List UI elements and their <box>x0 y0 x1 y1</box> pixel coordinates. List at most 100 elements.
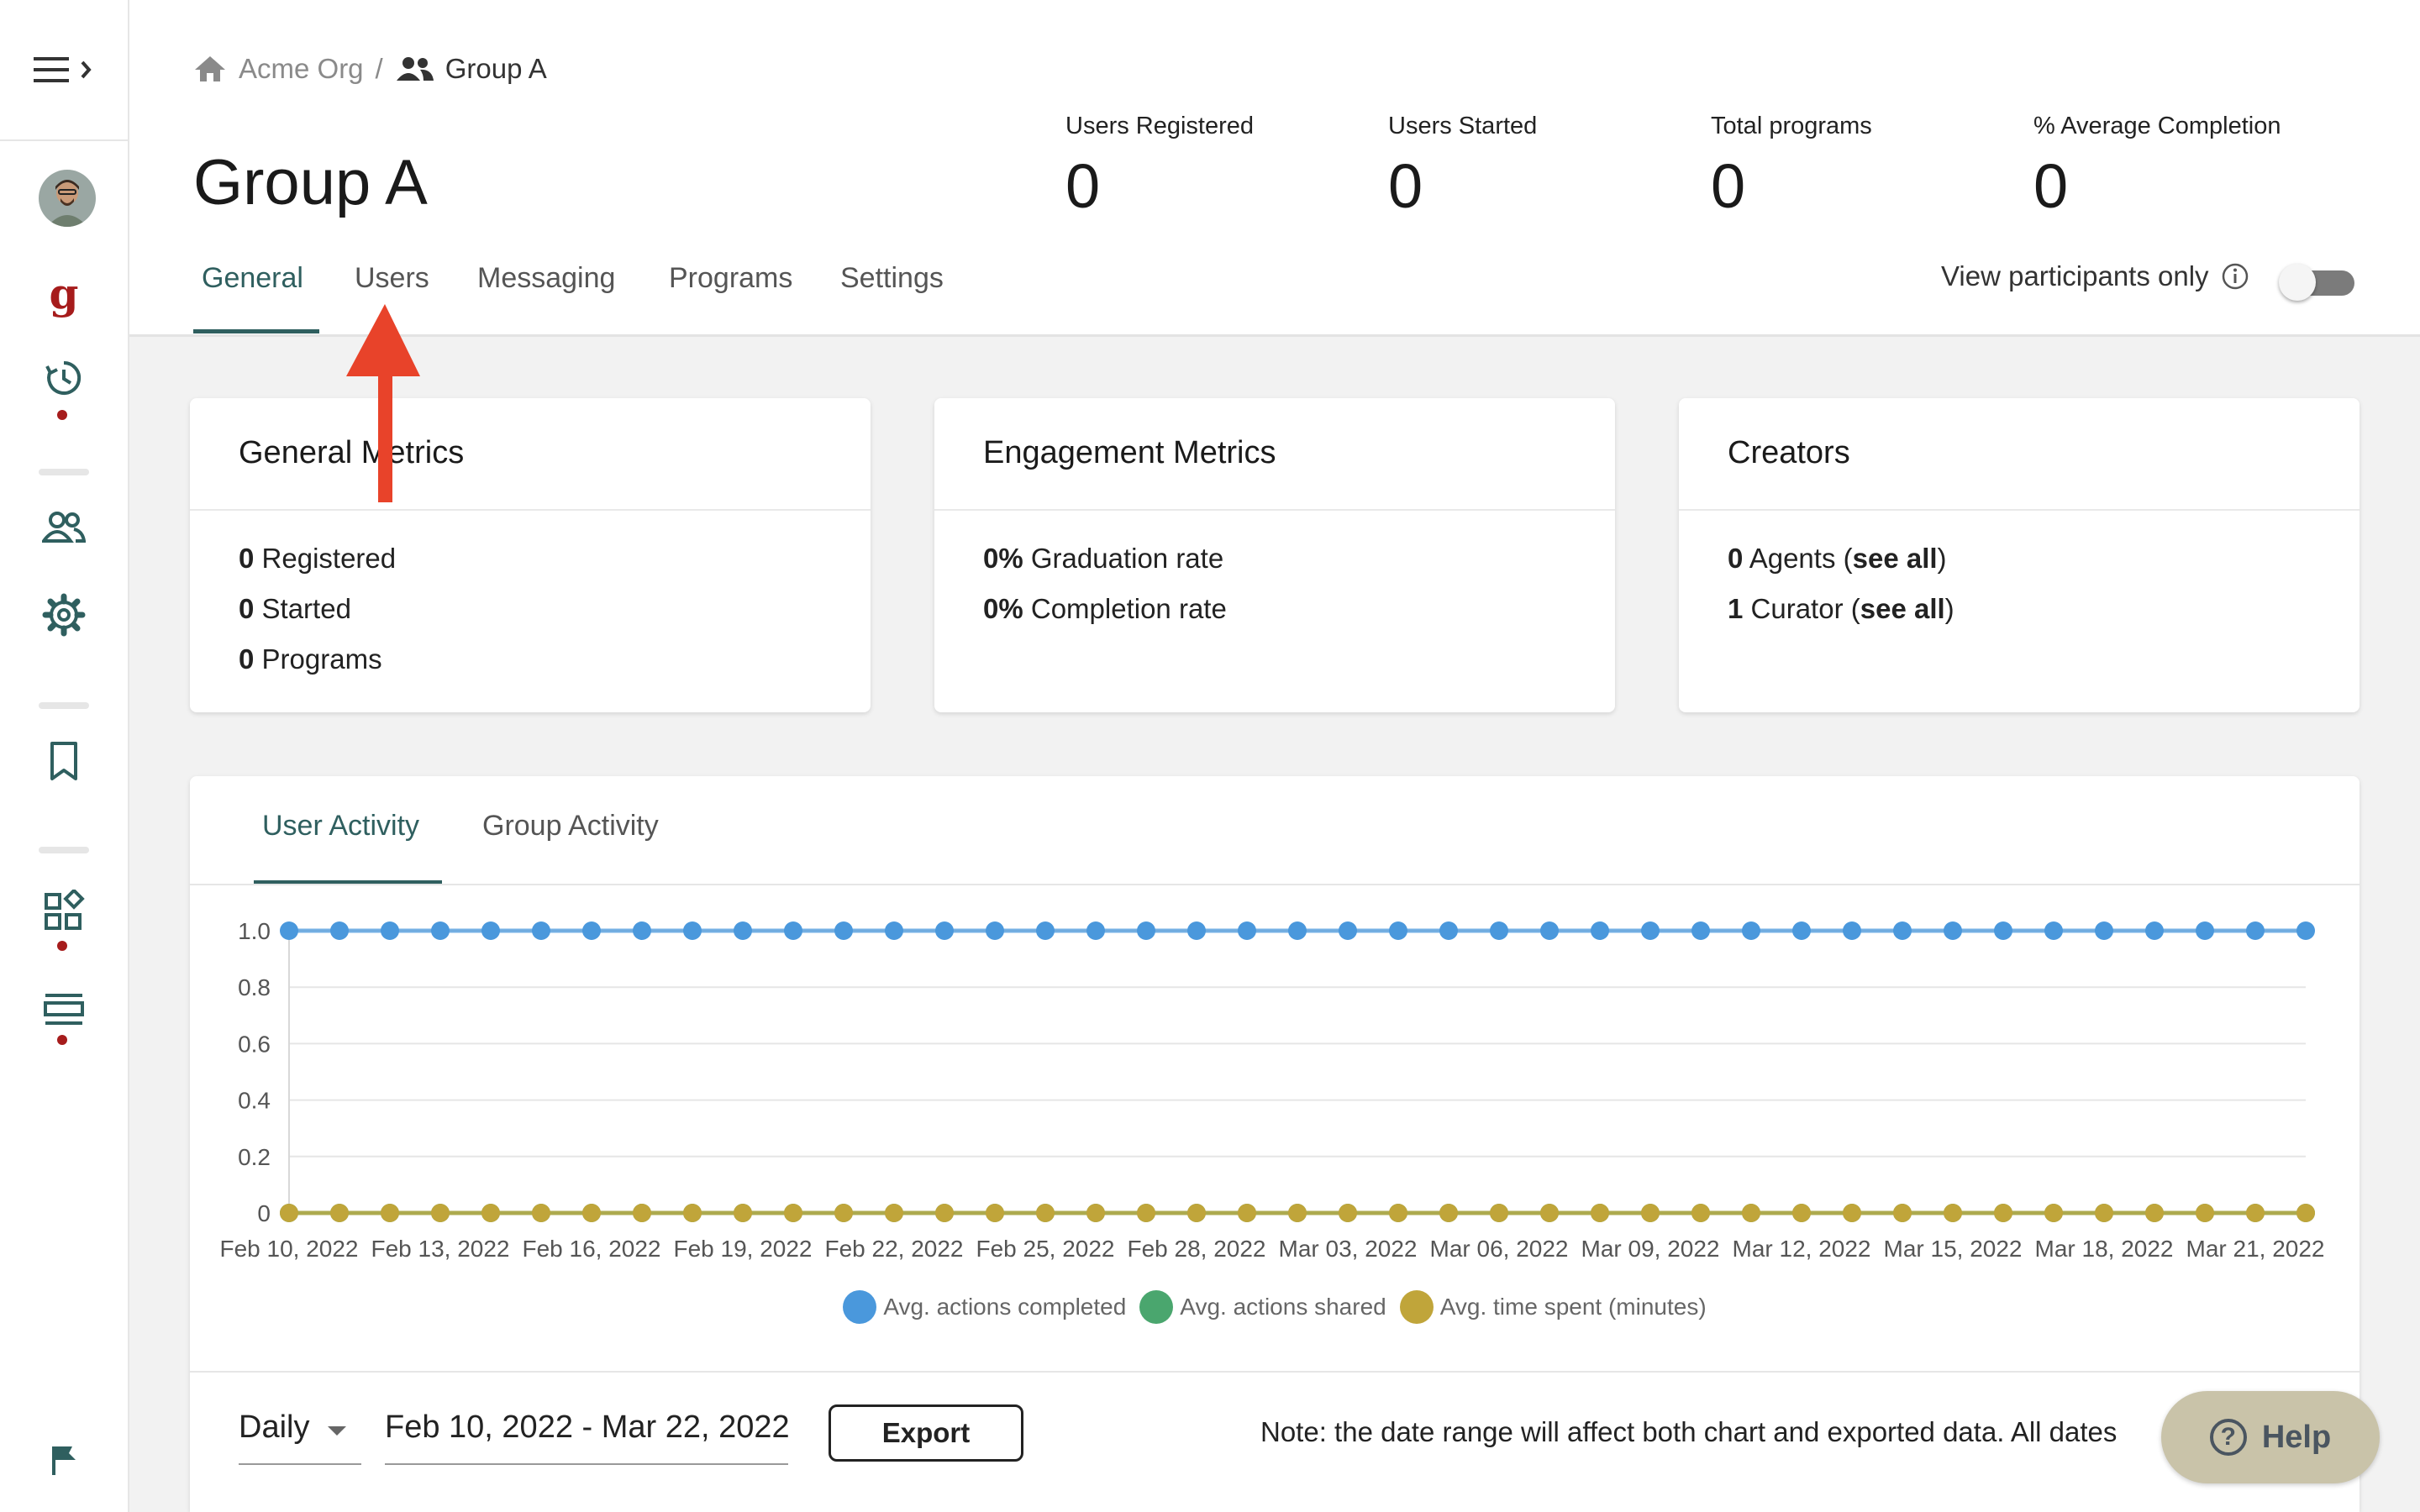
stat-value: 0 <box>2033 151 2069 221</box>
date-range-input[interactable]: Feb 10, 2022 - Mar 22, 2022 <box>385 1410 788 1465</box>
y-tick-label: 0.4 <box>238 1088 271 1114</box>
see-all-agents-link[interactable]: see all <box>1853 543 1938 574</box>
data-point <box>582 1204 601 1222</box>
users-icon <box>42 512 86 543</box>
sidebar-item-list[interactable] <box>39 984 89 1035</box>
data-point <box>1994 1204 2012 1222</box>
tab-general[interactable]: General <box>202 262 303 295</box>
metric-graduation-rate: 0% Graduation rate <box>983 543 1223 575</box>
data-point <box>2296 921 2315 940</box>
data-point <box>1742 921 1760 940</box>
help-label: Help <box>2261 1419 2332 1455</box>
help-button[interactable]: ? Help <box>2161 1391 2380 1483</box>
view-participants-label: View participants only <box>1941 260 2209 291</box>
sidebar-item-bookmarks[interactable] <box>39 736 89 786</box>
breadcrumb-current-group: Group A <box>445 53 547 84</box>
legend-item-actions-completed[interactable]: Avg. actions completed <box>843 1290 1126 1324</box>
data-point <box>1641 921 1660 940</box>
data-point <box>2145 1204 2164 1222</box>
menu-expand-button[interactable] <box>34 55 97 84</box>
tab-users[interactable]: Users <box>355 262 429 295</box>
x-tick-label: Mar 15, 2022 <box>1884 1236 2023 1262</box>
data-point <box>1137 921 1155 940</box>
info-icon[interactable] <box>2221 262 2249 291</box>
data-point <box>2095 921 2113 940</box>
home-icon[interactable] <box>193 55 227 83</box>
hamburger-icon <box>34 57 92 82</box>
stat-value: 0 <box>1388 151 1423 221</box>
avatar[interactable] <box>39 170 96 227</box>
data-point <box>683 1204 702 1222</box>
data-point <box>1086 921 1105 940</box>
breadcrumb-org-link[interactable]: Acme Org <box>239 53 364 85</box>
data-point <box>2044 1204 2063 1222</box>
brand-g-icon: g <box>49 269 79 318</box>
legend-label: Avg. actions shared <box>1180 1294 1386 1320</box>
data-point <box>2196 921 2214 940</box>
data-point <box>1389 921 1407 940</box>
metric-value: 0 <box>239 543 255 574</box>
card-divider <box>934 509 1615 511</box>
metric-value: 0 <box>239 593 255 624</box>
data-point <box>1591 921 1609 940</box>
sidebar-item-widgets[interactable] <box>39 885 89 936</box>
sidebar-item-users[interactable] <box>39 502 89 553</box>
history-notification-dot <box>57 410 67 420</box>
metric-label: Completion rate <box>1023 593 1227 624</box>
view-participants-only: View participants only <box>1941 260 2249 292</box>
data-point <box>1187 921 1206 940</box>
tab-group-activity[interactable]: Group Activity <box>482 810 659 843</box>
metric-started: 0 Started <box>239 593 351 625</box>
metric-label: Agents ( <box>1743 543 1853 574</box>
panel-footer-divider <box>190 1371 2360 1373</box>
data-point <box>431 921 450 940</box>
question-icon: ? <box>2209 1419 2247 1456</box>
metric-value: 0 <box>239 643 255 675</box>
flag-icon <box>52 1446 76 1475</box>
legend-item-time-spent[interactable]: Avg. time spent (minutes) <box>1399 1290 1707 1324</box>
activity-panel: User Activity Group Activity 0 0.2 0.4 0.6 0… <box>190 776 2360 1512</box>
data-point <box>784 921 802 940</box>
sidebar-item-brand[interactable]: g <box>39 269 89 319</box>
tab-messaging[interactable]: Messaging <box>477 262 615 295</box>
avatar-image <box>39 170 96 227</box>
bookmark-icon <box>50 742 77 780</box>
breadcrumb: Acme Org / Group A <box>193 50 547 87</box>
data-point <box>1792 1204 1811 1222</box>
data-point <box>683 921 702 940</box>
data-point <box>1238 921 1256 940</box>
export-button[interactable]: Export <box>829 1404 1023 1462</box>
sidebar-item-history[interactable] <box>39 353 89 403</box>
tab-programs[interactable]: Programs <box>669 262 792 295</box>
sidebar-item-flag[interactable] <box>39 1435 89 1485</box>
legend-item-actions-shared[interactable]: Avg. actions shared <box>1139 1290 1386 1324</box>
stat-value: 0 <box>1065 151 1101 221</box>
data-point <box>2196 1204 2214 1222</box>
sidebar-item-settings[interactable] <box>39 590 89 640</box>
metric-label: Graduation rate <box>1023 543 1224 574</box>
data-point <box>1691 1204 1710 1222</box>
data-point <box>633 921 651 940</box>
breadcrumb-separator: / <box>375 53 383 84</box>
data-point <box>1389 1204 1407 1222</box>
tab-user-activity[interactable]: User Activity <box>262 810 419 843</box>
toggle-knob <box>2279 264 2316 301</box>
data-point <box>935 921 954 940</box>
metric-value: 0% <box>983 593 1023 624</box>
y-tick-label: 0.6 <box>238 1031 271 1057</box>
view-participants-toggle[interactable] <box>2279 264 2354 301</box>
engagement-metrics-card: Engagement Metrics 0% Graduation rate 0%… <box>934 398 1615 712</box>
x-tick-label: Mar 18, 2022 <box>2035 1236 2174 1262</box>
tab-settings[interactable]: Settings <box>840 262 944 295</box>
group-icon <box>396 57 434 81</box>
data-point <box>2145 921 2164 940</box>
data-point <box>1238 1204 1256 1222</box>
annotation-arrow-icon <box>346 304 420 502</box>
data-point <box>1843 1204 1861 1222</box>
frequency-select[interactable]: Daily <box>239 1410 361 1465</box>
data-point <box>633 1204 651 1222</box>
paren-close: ) <box>1937 543 1947 574</box>
see-all-curators-link[interactable]: see all <box>1860 593 1945 624</box>
paren-close: ) <box>1944 593 1954 624</box>
metric-label: Curator ( <box>1743 593 1860 624</box>
